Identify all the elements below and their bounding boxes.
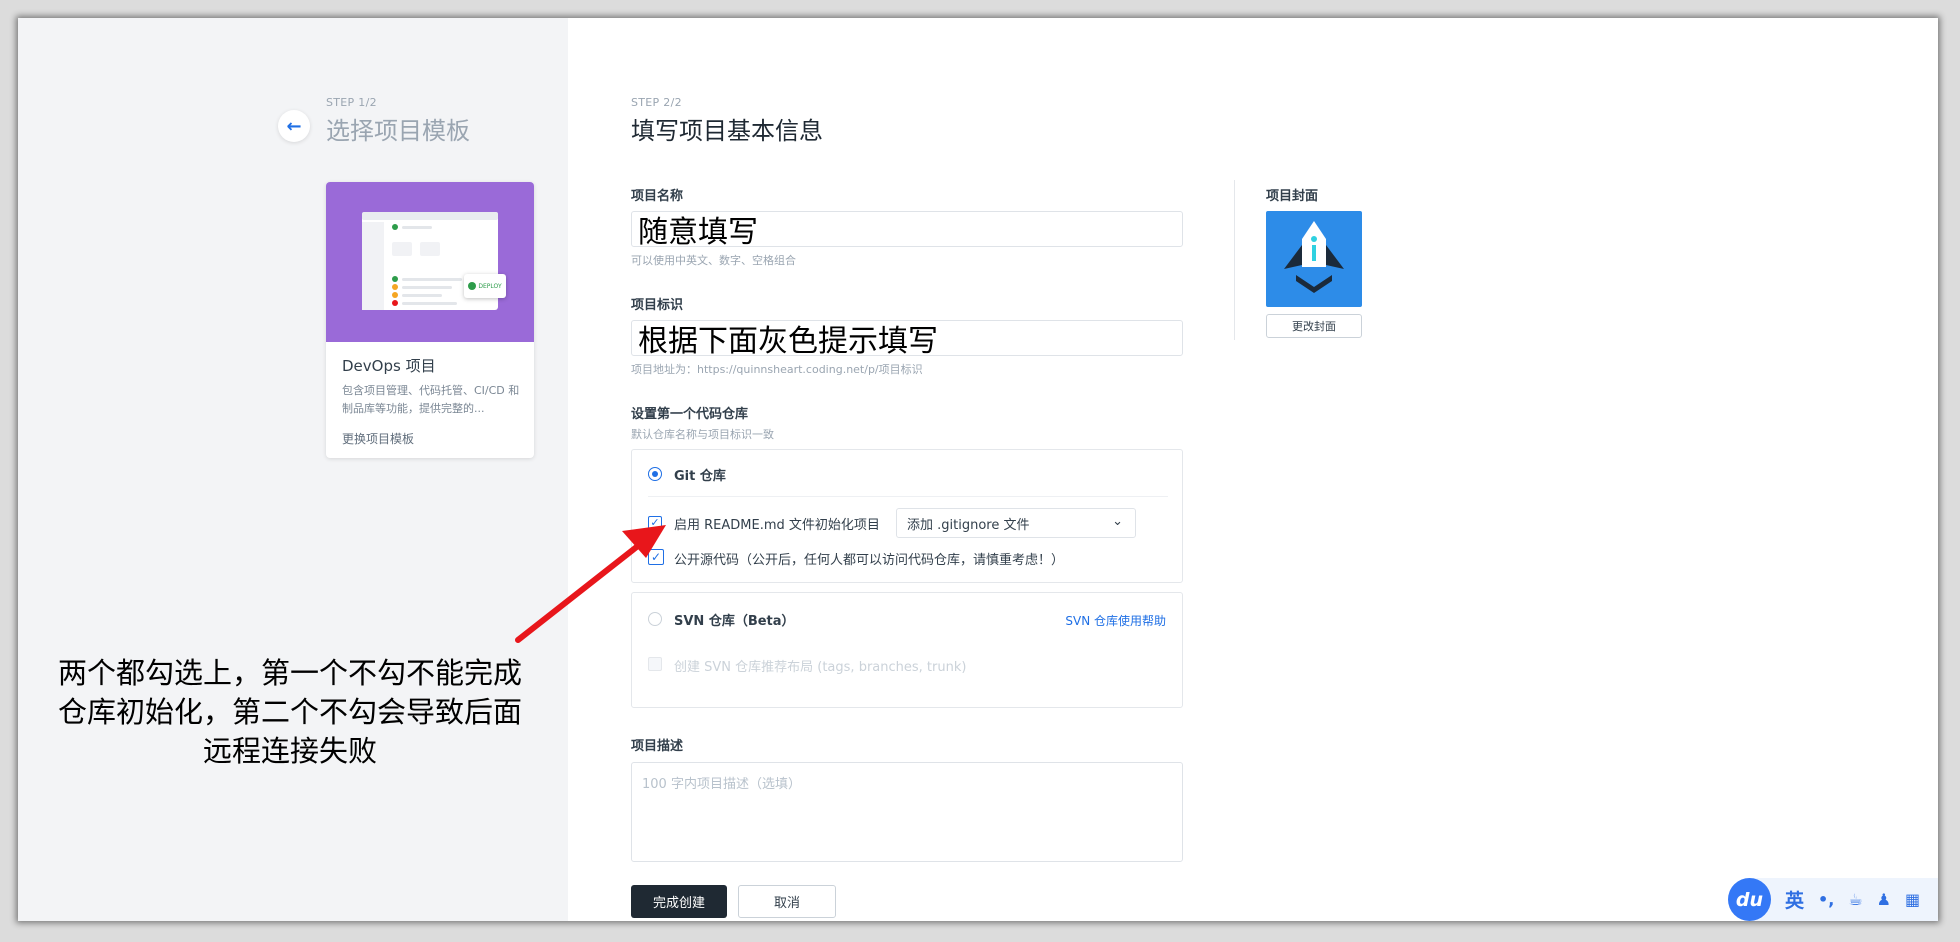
app-window: ← STEP 1/2 选择项目模板 DEPLOY DevOps 项目 包含项目管… bbox=[18, 18, 1938, 921]
annotation-line: 两个都勾选上，第一个不勾不能完成 bbox=[57, 656, 522, 690]
annotation-line: 仓库初始化，第二个不勾会导致后面 bbox=[57, 695, 522, 729]
annotation-arrow bbox=[515, 525, 666, 643]
annotation-line: 远程连接失败 bbox=[202, 734, 377, 768]
cup-icon[interactable]: ☕ bbox=[1848, 890, 1862, 909]
ime-language-toggle[interactable]: 英 bbox=[1785, 886, 1804, 913]
grid-icon[interactable]: ▦ bbox=[1905, 890, 1920, 909]
user-icon[interactable]: ♟ bbox=[1877, 890, 1891, 909]
annotation-text: 两个都勾选上，第一个不勾不能完成 仓库初始化，第二个不勾会导致后面 远程连接失败 bbox=[40, 654, 540, 771]
punctuation-icon[interactable]: •, bbox=[1818, 890, 1834, 909]
baidu-ime-logo[interactable]: du bbox=[1728, 878, 1771, 921]
ime-toolbar: du 英 •, ☕ ♟ ▦ bbox=[1728, 878, 1938, 921]
